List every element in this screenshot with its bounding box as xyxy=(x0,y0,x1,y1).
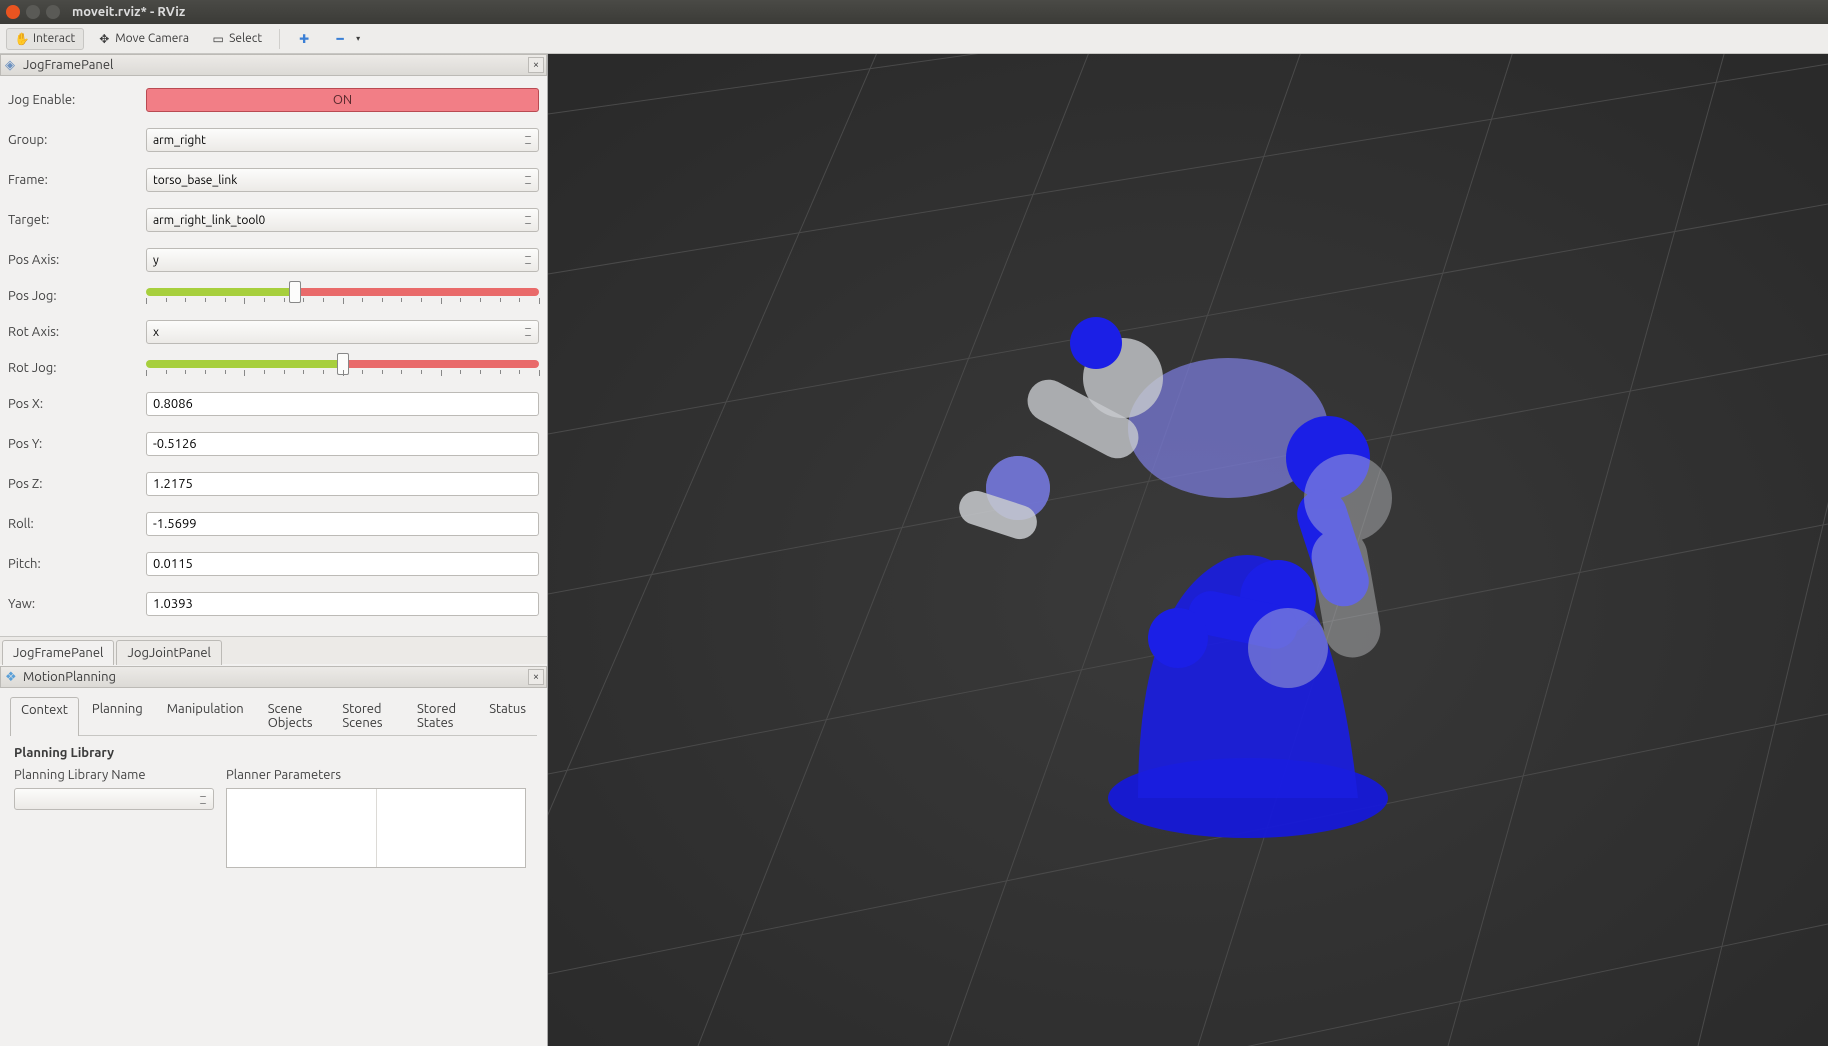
jog-enable-button[interactable]: ON xyxy=(146,88,539,112)
motionplanning-body: Context Planning Manipulation Scene Obje… xyxy=(0,688,547,886)
move-camera-label: Move Camera xyxy=(115,32,189,45)
tab-stored-scenes[interactable]: Stored Scenes xyxy=(331,696,404,735)
window-maximize-button[interactable] xyxy=(46,5,60,19)
pos-x-label: Pos X: xyxy=(8,397,146,411)
window-minimize-button[interactable] xyxy=(26,5,40,19)
add-button[interactable]: ✚ xyxy=(288,28,320,50)
move-camera-icon: ✥ xyxy=(97,32,111,46)
jogframe-panel-title: JogFramePanel xyxy=(23,58,113,72)
roll-field[interactable] xyxy=(146,512,539,536)
3d-viewport[interactable] xyxy=(548,54,1828,1046)
target-label: Target: xyxy=(8,213,146,227)
planner-parameters-table[interactable] xyxy=(226,788,526,868)
group-select[interactable]: arm_right xyxy=(146,128,539,152)
move-camera-button[interactable]: ✥ Move Camera xyxy=(88,28,198,50)
window-close-button[interactable] xyxy=(6,5,20,19)
select-icon: ▭ xyxy=(211,32,225,46)
interact-button[interactable]: ✋ Interact xyxy=(6,28,84,50)
tab-stored-states[interactable]: Stored States xyxy=(406,696,476,735)
planning-library-select[interactable] xyxy=(14,788,214,810)
motionplanning-panel-header[interactable]: ❖ MotionPlanning × xyxy=(0,666,547,688)
window-title: moveit.rviz* - RViz xyxy=(72,5,185,19)
tab-manipulation[interactable]: Manipulation xyxy=(156,696,255,735)
rot-jog-label: Rot Jog: xyxy=(8,361,146,375)
window-titlebar: moveit.rviz* - RViz xyxy=(0,0,1828,24)
pos-axis-select[interactable]: y xyxy=(146,248,539,272)
select-button[interactable]: ▭ Select xyxy=(202,28,271,50)
pitch-field[interactable] xyxy=(146,552,539,576)
toolbar-separator xyxy=(279,29,280,49)
yaw-label: Yaw: xyxy=(8,597,146,611)
tab-jogframe[interactable]: JogFramePanel xyxy=(2,640,114,665)
pos-y-label: Pos Y: xyxy=(8,437,146,451)
planner-parameters-label: Planner Parameters xyxy=(226,768,526,782)
group-label: Group: xyxy=(8,133,146,147)
panel-close-button[interactable]: × xyxy=(528,57,544,73)
pos-x-field[interactable] xyxy=(146,392,539,416)
yaw-field[interactable] xyxy=(146,592,539,616)
pos-z-field[interactable] xyxy=(146,472,539,496)
main-toolbar: ✋ Interact ✥ Move Camera ▭ Select ✚ ━ ▾ xyxy=(0,24,1828,54)
mp-tabs: Context Planning Manipulation Scene Obje… xyxy=(10,696,537,736)
frame-select[interactable]: torso_base_link xyxy=(146,168,539,192)
planning-library-heading: Planning Library xyxy=(14,746,533,760)
rot-axis-select[interactable]: x xyxy=(146,320,539,344)
panel-icon: ◈ xyxy=(5,58,19,72)
motionplanning-panel-title: MotionPlanning xyxy=(23,670,116,684)
robot-model xyxy=(928,198,1448,838)
pos-jog-slider[interactable] xyxy=(146,288,539,296)
frame-label: Frame: xyxy=(8,173,146,187)
interact-icon: ✋ xyxy=(15,32,29,46)
rot-axis-label: Rot Axis: xyxy=(8,325,146,339)
pitch-label: Pitch: xyxy=(8,557,146,571)
tab-status[interactable]: Status xyxy=(478,696,537,735)
jogframe-panel-body: Jog Enable: ON Group: arm_right Frame: t… xyxy=(0,76,547,636)
select-label: Select xyxy=(229,32,262,45)
tab-jogjoint[interactable]: JogJointPanel xyxy=(116,640,222,665)
jog-enable-label: Jog Enable: xyxy=(8,93,146,107)
remove-button[interactable]: ━ ▾ xyxy=(324,28,374,50)
panel-icon: ❖ xyxy=(5,670,19,684)
interact-label: Interact xyxy=(33,32,75,45)
minus-icon: ━ xyxy=(333,32,347,46)
tab-scene-objects[interactable]: Scene Objects xyxy=(257,696,330,735)
rot-jog-slider[interactable] xyxy=(146,360,539,368)
pos-axis-label: Pos Axis: xyxy=(8,253,146,267)
panel-close-button[interactable]: × xyxy=(528,669,544,685)
tab-planning[interactable]: Planning xyxy=(81,696,154,735)
jogframe-panel-header[interactable]: ◈ JogFramePanel × xyxy=(0,54,547,76)
plus-icon: ✚ xyxy=(297,32,311,46)
target-select[interactable]: arm_right_link_tool0 xyxy=(146,208,539,232)
jog-tabs: JogFramePanel JogJointPanel ◂ xyxy=(0,636,547,664)
roll-label: Roll: xyxy=(8,517,146,531)
pos-y-field[interactable] xyxy=(146,432,539,456)
pos-jog-label: Pos Jog: xyxy=(8,289,146,303)
left-panel: ◈ JogFramePanel × Jog Enable: ON Group: … xyxy=(0,54,548,1046)
pos-z-label: Pos Z: xyxy=(8,477,146,491)
tab-context[interactable]: Context xyxy=(10,697,79,736)
chevron-down-icon: ▾ xyxy=(351,32,365,46)
planning-library-name-label: Planning Library Name xyxy=(14,768,214,782)
